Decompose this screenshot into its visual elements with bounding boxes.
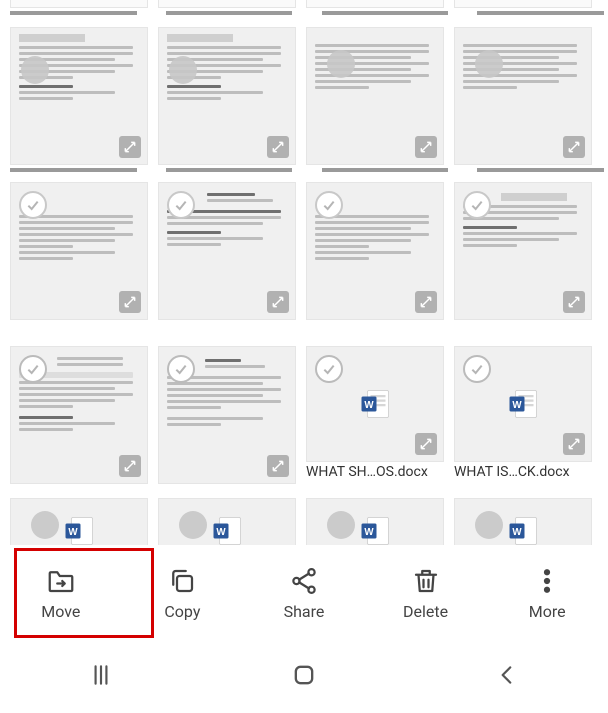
file-thumb[interactable] (158, 27, 296, 165)
file-thumb[interactable]: W (454, 346, 592, 462)
select-checkbox[interactable] (179, 511, 207, 539)
select-checkbox[interactable] (475, 511, 503, 539)
word-doc-icon: W (505, 513, 541, 545)
file-thumb[interactable] (10, 182, 148, 320)
delete-button[interactable]: Delete (365, 546, 487, 640)
word-doc-icon: W (61, 513, 97, 545)
file-thumb[interactable]: W (306, 346, 444, 462)
action-toolbar: Move Copy Share Delete More (0, 546, 608, 640)
file-thumb[interactable] (10, 346, 148, 484)
copy-button[interactable]: Copy (122, 546, 244, 640)
svg-text:W: W (512, 400, 522, 411)
word-doc-icon: W (357, 513, 393, 545)
expand-icon[interactable] (415, 291, 437, 313)
expand-icon[interactable] (119, 136, 141, 158)
select-checkbox[interactable] (167, 191, 195, 219)
expand-icon[interactable] (563, 291, 585, 313)
file-thumb[interactable]: W (454, 498, 592, 545)
file-thumb[interactable] (158, 0, 296, 8)
select-checkbox[interactable] (31, 511, 59, 539)
file-thumb[interactable]: W (306, 498, 444, 545)
svg-text:W: W (512, 527, 522, 538)
home-nav-icon[interactable] (290, 661, 318, 693)
word-doc-icon: W (505, 386, 541, 422)
back-nav-icon[interactable] (494, 662, 520, 692)
select-checkbox[interactable] (463, 191, 491, 219)
word-doc-icon: W (357, 386, 393, 422)
select-checkbox[interactable] (327, 511, 355, 539)
file-thumb[interactable] (306, 0, 444, 8)
select-checkbox[interactable] (315, 191, 343, 219)
delete-label: Delete (403, 602, 448, 621)
expand-icon[interactable] (415, 433, 437, 455)
file-thumb[interactable] (306, 182, 444, 320)
file-thumb[interactable] (454, 182, 592, 320)
file-thumb[interactable] (454, 27, 592, 165)
move-label: Move (41, 602, 80, 621)
svg-text:W: W (68, 527, 78, 538)
select-checkbox[interactable] (167, 355, 195, 383)
file-thumb[interactable] (10, 0, 148, 8)
svg-text:W: W (364, 527, 374, 538)
share-button[interactable]: Share (243, 546, 365, 640)
file-thumb[interactable] (158, 182, 296, 320)
select-checkbox[interactable] (463, 355, 491, 383)
file-thumb[interactable] (306, 27, 444, 165)
file-caption: WHAT IS…CK.docx (454, 462, 592, 484)
recents-nav-icon[interactable] (88, 662, 114, 692)
svg-text:W: W (216, 527, 226, 538)
thumbnail-grid: W WHAT SH…OS.docx W WHAT IS…CK.docx (10, 0, 604, 545)
select-checkbox[interactable] (19, 355, 47, 383)
expand-icon[interactable] (267, 455, 289, 477)
expand-icon[interactable] (267, 291, 289, 313)
file-thumb[interactable] (454, 0, 592, 8)
select-checkbox[interactable] (315, 355, 343, 383)
file-caption: WHAT SH…OS.docx (306, 462, 444, 484)
system-nav-bar (0, 641, 608, 713)
expand-icon[interactable] (267, 136, 289, 158)
expand-icon[interactable] (119, 455, 141, 477)
expand-icon[interactable] (563, 433, 585, 455)
expand-icon[interactable] (563, 136, 585, 158)
select-checkbox[interactable] (19, 191, 47, 219)
word-doc-icon: W (209, 513, 245, 545)
copy-label: Copy (164, 602, 200, 621)
more-label: More (529, 602, 566, 621)
expand-icon[interactable] (119, 291, 141, 313)
file-grid-screen: W WHAT SH…OS.docx W WHAT IS…CK.docx (0, 0, 608, 713)
share-label: Share (284, 602, 325, 621)
file-thumb[interactable]: W (158, 498, 296, 545)
expand-icon[interactable] (415, 136, 437, 158)
move-button[interactable]: Move (0, 546, 122, 640)
file-thumb[interactable]: W (10, 498, 148, 545)
more-button[interactable]: More (486, 546, 608, 640)
file-thumb[interactable] (10, 27, 148, 165)
svg-text:W: W (364, 400, 374, 411)
file-thumb[interactable] (158, 346, 296, 484)
